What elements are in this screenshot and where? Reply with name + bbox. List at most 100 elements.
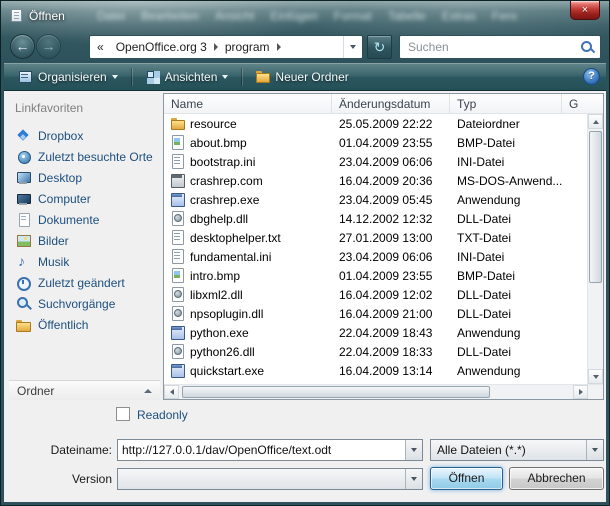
organize-icon bbox=[18, 69, 33, 84]
file-type: BMP-Datei bbox=[450, 269, 562, 283]
horizontal-scroll-thumb[interactable] bbox=[182, 386, 490, 398]
file-name-cell: libxml2.dll bbox=[164, 287, 332, 302]
file-date: 22.04.2009 18:43 bbox=[332, 326, 450, 340]
file-row[interactable]: intro.bmp01.04.2009 23:55BMP-Datei bbox=[164, 266, 587, 285]
sidebar-item-documents[interactable]: Dokumente bbox=[9, 209, 160, 230]
sidebar-item-music[interactable]: Musik bbox=[9, 251, 160, 272]
file-date: 16.04.2009 21:00 bbox=[332, 307, 450, 321]
file-date: 01.04.2009 23:55 bbox=[332, 136, 450, 150]
titlebar[interactable]: Datei Bearbeiten Ansicht Einfügen Format… bbox=[1, 1, 609, 31]
cancel-button[interactable]: Abbrechen bbox=[509, 467, 604, 490]
organize-button[interactable]: Organisieren bbox=[10, 66, 126, 88]
file-row[interactable]: quickstart.exe16.04.2009 13:14Anwendung bbox=[164, 361, 587, 380]
open-button[interactable]: Öffnen bbox=[430, 467, 503, 490]
sidebar-item-label: Zuletzt besuchte Orte bbox=[38, 150, 153, 164]
sidebar-item-label: Zuletzt geändert bbox=[38, 276, 125, 290]
command-toolbar: Organisieren Ansichten Neuer Ordner ? bbox=[4, 63, 606, 91]
breadcrumb-overflow[interactable]: « bbox=[90, 36, 111, 58]
horizontal-scrollbar[interactable] bbox=[164, 384, 603, 399]
sidebar-item-pictures[interactable]: Bilder bbox=[9, 230, 160, 251]
column-header-size[interactable]: G bbox=[562, 94, 603, 113]
file-row[interactable]: dbghelp.dll14.12.2002 12:32DLL-Datei bbox=[164, 209, 587, 228]
music-icon bbox=[15, 254, 32, 270]
horizontal-scroll-track[interactable] bbox=[179, 385, 573, 399]
arrow-right-icon bbox=[579, 389, 583, 395]
column-header-name[interactable]: Name bbox=[164, 94, 332, 113]
forward-button[interactable]: → bbox=[36, 34, 61, 59]
readonly-label[interactable]: Readonly bbox=[137, 408, 188, 422]
help-button[interactable]: ? bbox=[583, 68, 600, 85]
search-box bbox=[399, 35, 601, 59]
vertical-scroll-thumb[interactable] bbox=[589, 131, 602, 283]
file-row[interactable]: about.bmp01.04.2009 23:55BMP-Datei bbox=[164, 133, 587, 152]
file-icon bbox=[170, 211, 185, 226]
scroll-right-button[interactable] bbox=[573, 385, 588, 399]
file-icon bbox=[170, 306, 185, 321]
sidebar-item-public[interactable]: Öffentlich bbox=[9, 314, 160, 335]
file-date: 22.04.2009 18:33 bbox=[332, 345, 450, 359]
refresh-button[interactable]: ↻ bbox=[367, 35, 392, 59]
sidebar-item-searches[interactable]: Suchvorgänge bbox=[9, 293, 160, 314]
documents-icon bbox=[15, 212, 32, 228]
address-history-dropdown[interactable] bbox=[343, 36, 362, 58]
back-button[interactable]: ← bbox=[10, 34, 35, 59]
file-row[interactable]: npsoplugin.dll16.04.2009 21:00DLL-Datei bbox=[164, 304, 587, 323]
file-type: TXT-Datei bbox=[450, 231, 562, 245]
sidebar-item-recent-places[interactable]: Zuletzt besuchte Orte bbox=[9, 146, 160, 167]
file-name: dbghelp.dll bbox=[190, 212, 248, 226]
toolbar-separator bbox=[241, 68, 242, 86]
file-type: BMP-Datei bbox=[450, 136, 562, 150]
folders-expander[interactable]: Ordner bbox=[9, 380, 160, 400]
file-row[interactable]: desktophelper.txt27.01.2009 13:00TXT-Dat… bbox=[164, 228, 587, 247]
file-name: python.exe bbox=[190, 326, 249, 340]
scroll-down-button[interactable] bbox=[588, 369, 603, 384]
file-type: Anwendung bbox=[450, 326, 562, 340]
scroll-left-button[interactable] bbox=[164, 385, 179, 399]
vertical-scroll-track[interactable] bbox=[588, 129, 603, 369]
new-folder-button[interactable]: Neuer Ordner bbox=[247, 66, 356, 88]
file-type: DLL-Datei bbox=[450, 212, 562, 226]
sidebar-item-dropbox[interactable]: Dropbox bbox=[9, 125, 160, 146]
breadcrumb-segment-openoffice[interactable]: OpenOffice.org 3 bbox=[111, 36, 212, 58]
background-menu-item: Extras bbox=[442, 9, 476, 23]
file-row[interactable]: fundamental.ini23.04.2009 06:06INI-Datei bbox=[164, 247, 587, 266]
filename-input[interactable] bbox=[118, 440, 405, 460]
file-type: Anwendung bbox=[450, 364, 562, 378]
version-select[interactable] bbox=[117, 468, 423, 490]
background-menu-item: Einfügen bbox=[270, 9, 317, 23]
sidebar-item-desktop[interactable]: Desktop bbox=[9, 167, 160, 188]
readonly-checkbox[interactable] bbox=[116, 407, 130, 421]
file-row[interactable]: python.exe 22.04.2009 18:43Anwendung bbox=[164, 323, 587, 342]
file-name-cell: dbghelp.dll bbox=[164, 211, 332, 226]
file-row[interactable]: libxml2.dll16.04.2009 12:02DLL-Datei bbox=[164, 285, 587, 304]
file-icon bbox=[170, 173, 185, 188]
breadcrumb-bar[interactable]: « OpenOffice.org 3 program bbox=[89, 35, 363, 59]
close-button[interactable]: × bbox=[570, 1, 600, 20]
background-window-menu: Datei Bearbeiten Ansicht Einfügen Format… bbox=[97, 9, 517, 23]
scroll-up-button[interactable] bbox=[588, 114, 603, 129]
file-row[interactable]: bootstrap.ini23.04.2009 06:06INI-Datei bbox=[164, 152, 587, 171]
vertical-scrollbar[interactable] bbox=[587, 114, 603, 384]
file-row[interactable]: crashrep.exe23.04.2009 05:45Anwendung bbox=[164, 190, 587, 209]
file-type: MS-DOS-Anwend... bbox=[450, 174, 562, 188]
sidebar-header: Linkfavoriten bbox=[9, 93, 160, 125]
file-row[interactable]: python26.dll22.04.2009 18:33DLL-Datei bbox=[164, 342, 587, 361]
file-name-cell: about.bmp bbox=[164, 135, 332, 150]
views-button[interactable]: Ansichten bbox=[137, 66, 237, 88]
file-date: 27.01.2009 13:00 bbox=[332, 231, 450, 245]
filetype-select[interactable]: Alle Dateien (*.*) bbox=[430, 439, 604, 461]
breadcrumb-separator-icon bbox=[277, 43, 281, 51]
filename-dropdown-button[interactable] bbox=[405, 440, 422, 460]
file-row[interactable]: crashrep.com16.04.2009 20:36MS-DOS-Anwen… bbox=[164, 171, 587, 190]
column-header-type[interactable]: Typ bbox=[450, 94, 562, 113]
breadcrumb-spacer bbox=[283, 36, 343, 58]
sidebar-item-recent-changed[interactable]: Zuletzt geändert bbox=[9, 272, 160, 293]
pictures-icon bbox=[15, 233, 32, 249]
file-date: 23.04.2009 05:45 bbox=[332, 193, 450, 207]
file-row[interactable]: resource25.05.2009 22:22Dateiordner bbox=[164, 114, 587, 133]
sidebar-item-computer[interactable]: Computer bbox=[9, 188, 160, 209]
file-icon bbox=[170, 325, 185, 340]
column-header-date[interactable]: Änderungsdatum bbox=[332, 94, 450, 113]
breadcrumb-segment-program[interactable]: program bbox=[220, 36, 275, 58]
search-input[interactable] bbox=[406, 39, 574, 55]
